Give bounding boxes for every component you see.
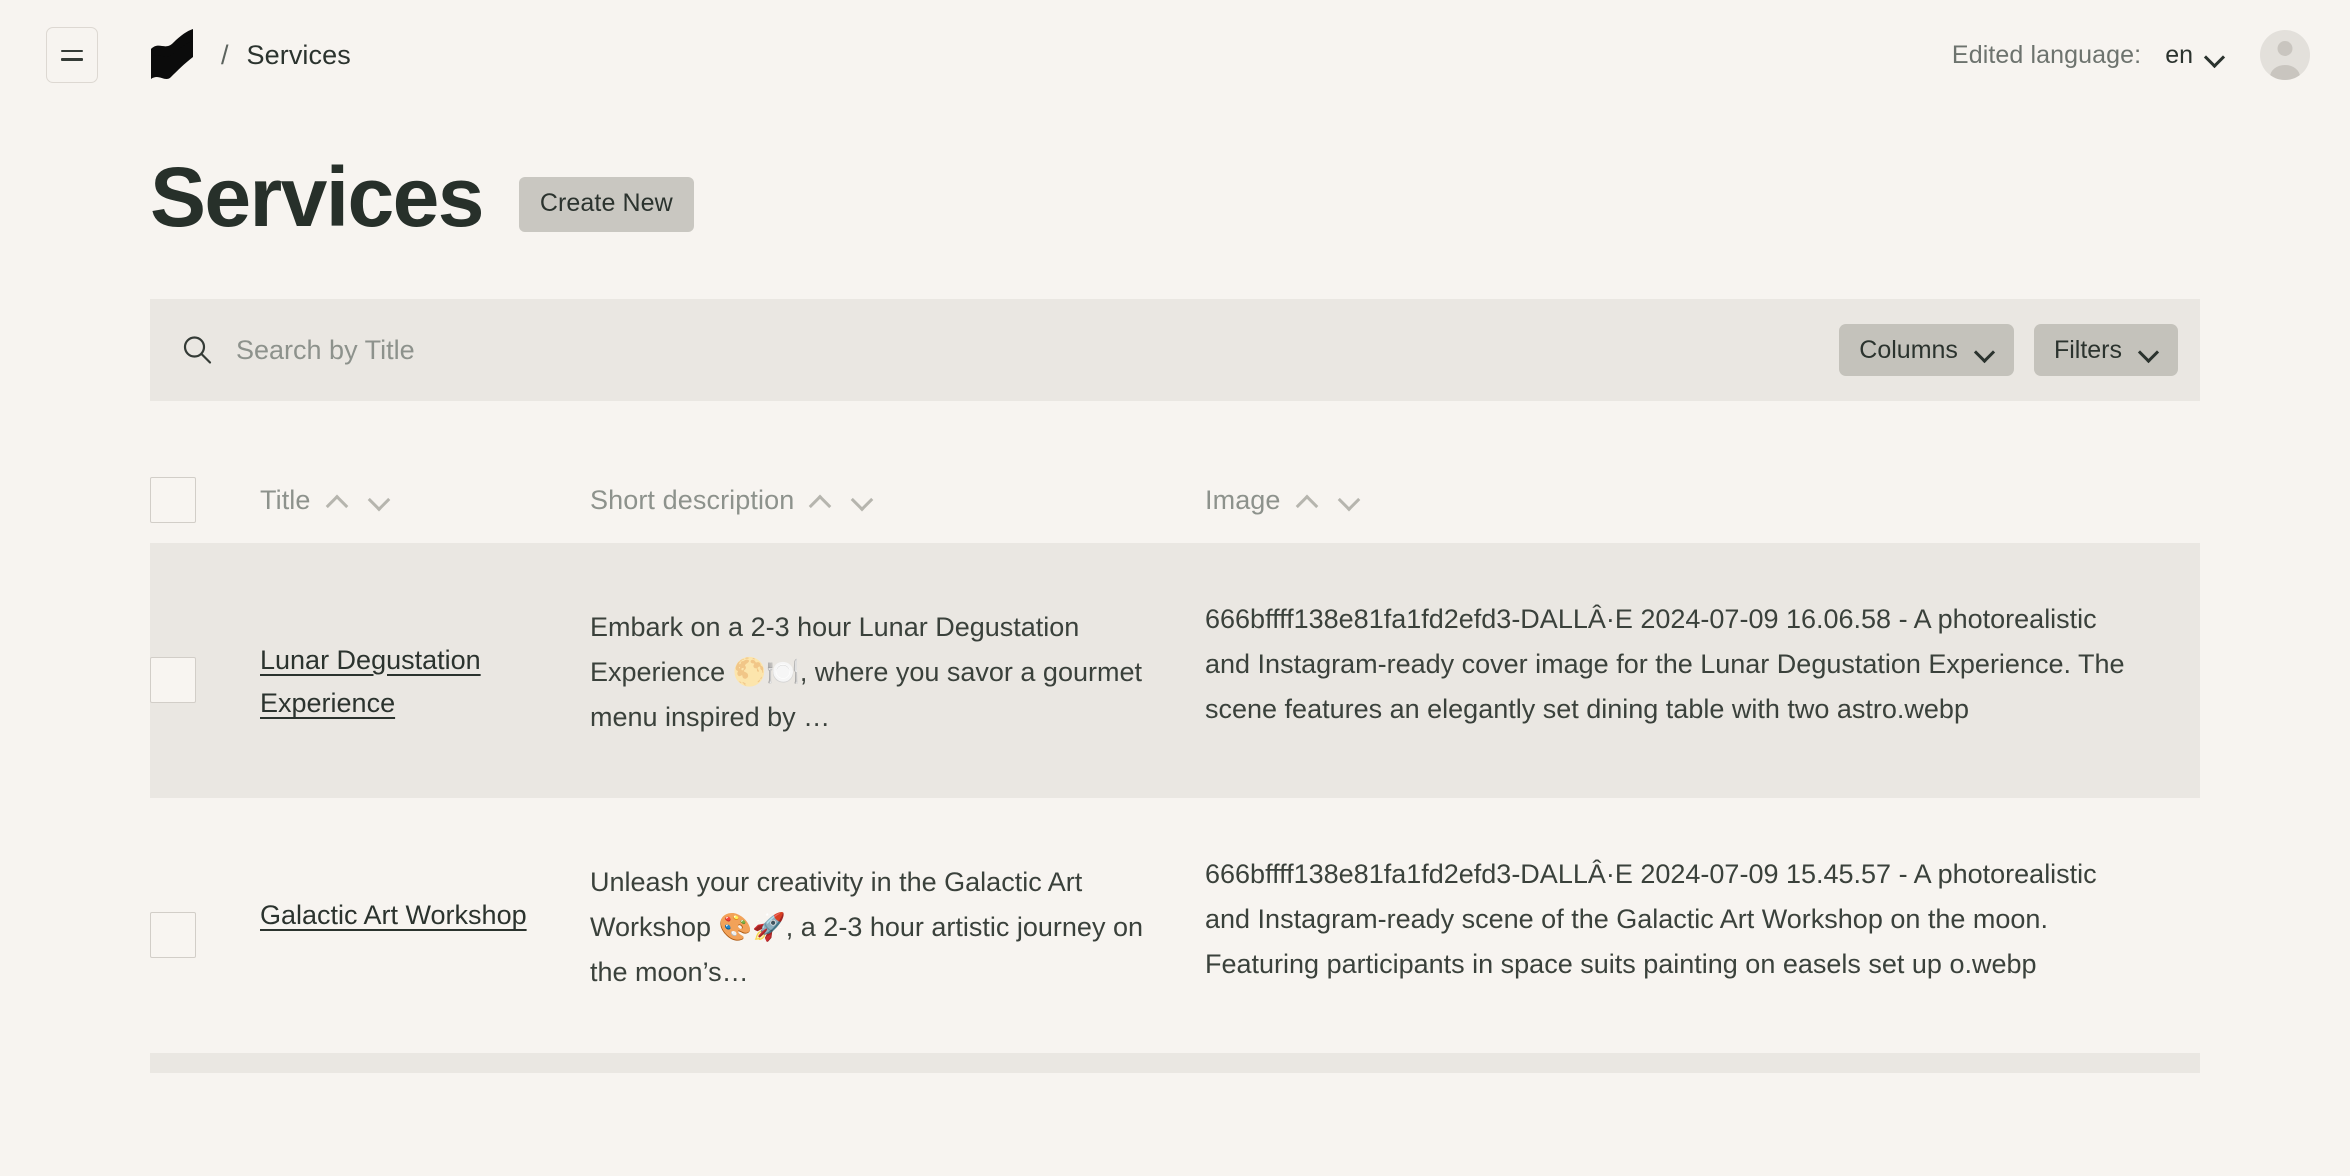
hamburger-icon[interactable] [46, 27, 98, 83]
column-header-title-label: Title [260, 484, 311, 515]
table-row-partial[interactable] [150, 1053, 2200, 1074]
caret-up-icon[interactable] [1297, 494, 1317, 507]
table-row[interactable]: Galactic Art Workshop Unleash your creat… [150, 798, 2200, 1053]
chevron-down-icon [1976, 345, 1994, 356]
payload-logo-icon[interactable] [147, 27, 199, 83]
chevron-down-icon [2206, 50, 2224, 61]
chevron-down-icon [2140, 345, 2158, 356]
hamburger-bar [61, 58, 83, 61]
breadcrumb-current[interactable]: Services [247, 40, 351, 71]
columns-button-label: Columns [1859, 335, 1958, 364]
hamburger-bar [61, 49, 83, 52]
top-bar-right: Edited language: en [1952, 30, 2310, 80]
row-short-description-cell: Unleash your creativity in the Galactic … [590, 852, 1205, 995]
row-image-cell: 666bffff138e81fa1fd2efd3-DALLÂ·E 2024-07… [1205, 597, 2200, 732]
filters-button[interactable]: Filters [2033, 324, 2178, 376]
row-checkbox[interactable] [150, 912, 196, 959]
row-select-cell [150, 852, 260, 959]
row-title-link[interactable]: Galactic Art Workshop [260, 900, 557, 930]
search-bar-actions: Columns Filters [1839, 324, 2178, 376]
column-header-short-description-label: Short description [590, 484, 795, 515]
create-new-button[interactable]: Create New [518, 176, 694, 232]
page-header: Services Create New [0, 110, 2350, 239]
sort-controls [1297, 494, 1359, 507]
search-icon[interactable] [180, 333, 214, 367]
row-short-description-text: Unleash your creativity in the Galactic … [590, 867, 1143, 988]
sort-controls [327, 494, 389, 507]
column-header-image: Image [1205, 485, 2200, 516]
caret-up-icon[interactable] [810, 494, 830, 507]
language-selector[interactable]: en [2165, 41, 2224, 70]
column-header-image-label: Image [1205, 484, 1281, 515]
row-select-cell [150, 597, 260, 703]
caret-down-icon[interactable] [1339, 494, 1359, 507]
sort-controls [810, 494, 872, 507]
row-title-cell: Galactic Art Workshop [260, 852, 590, 937]
caret-down-icon[interactable] [852, 494, 872, 507]
language-value: en [2165, 40, 2193, 69]
avatar[interactable] [2260, 30, 2310, 80]
row-title-cell: Lunar Degustation Experience [260, 597, 590, 725]
caret-up-icon[interactable] [327, 494, 347, 507]
row-checkbox[interactable] [150, 657, 196, 703]
select-all-cell [150, 477, 260, 523]
row-short-description-cell: Embark on a 2-3 hour Lunar Degustation E… [590, 597, 1205, 740]
filters-button-label: Filters [2053, 335, 2122, 364]
row-image-text: 666bffff138e81fa1fd2efd3-DALLÂ·E 2024-07… [1205, 859, 2097, 980]
row-title-link[interactable]: Lunar Degustation Experience [260, 645, 481, 718]
row-short-description-text: Embark on a 2-3 hour Lunar Degustation E… [590, 612, 1142, 733]
top-bar: / Services Edited language: en [0, 0, 2350, 110]
page-title: Services [150, 150, 484, 244]
services-table: Title Short description Image Lunar Degu… [0, 457, 2350, 1074]
column-header-title: Title [260, 485, 590, 516]
search-input[interactable] [236, 299, 1820, 401]
table-header-row: Title Short description Image [150, 457, 2200, 543]
breadcrumb-separator: / [221, 39, 229, 70]
search-bar: Columns Filters [150, 299, 2200, 401]
table-row[interactable]: Lunar Degustation Experience Embark on a… [150, 543, 2200, 799]
edited-language-label: Edited language: [1951, 40, 2142, 69]
select-all-checkbox[interactable] [150, 477, 196, 523]
row-image-text: 666bffff138e81fa1fd2efd3-DALLÂ·E 2024-07… [1205, 604, 2125, 725]
row-image-cell: 666bffff138e81fa1fd2efd3-DALLÂ·E 2024-07… [1205, 852, 2200, 987]
columns-button[interactable]: Columns [1839, 324, 2014, 376]
column-header-short-description: Short description [590, 485, 1205, 516]
breadcrumb: / Services [147, 27, 351, 83]
caret-down-icon[interactable] [369, 494, 389, 507]
